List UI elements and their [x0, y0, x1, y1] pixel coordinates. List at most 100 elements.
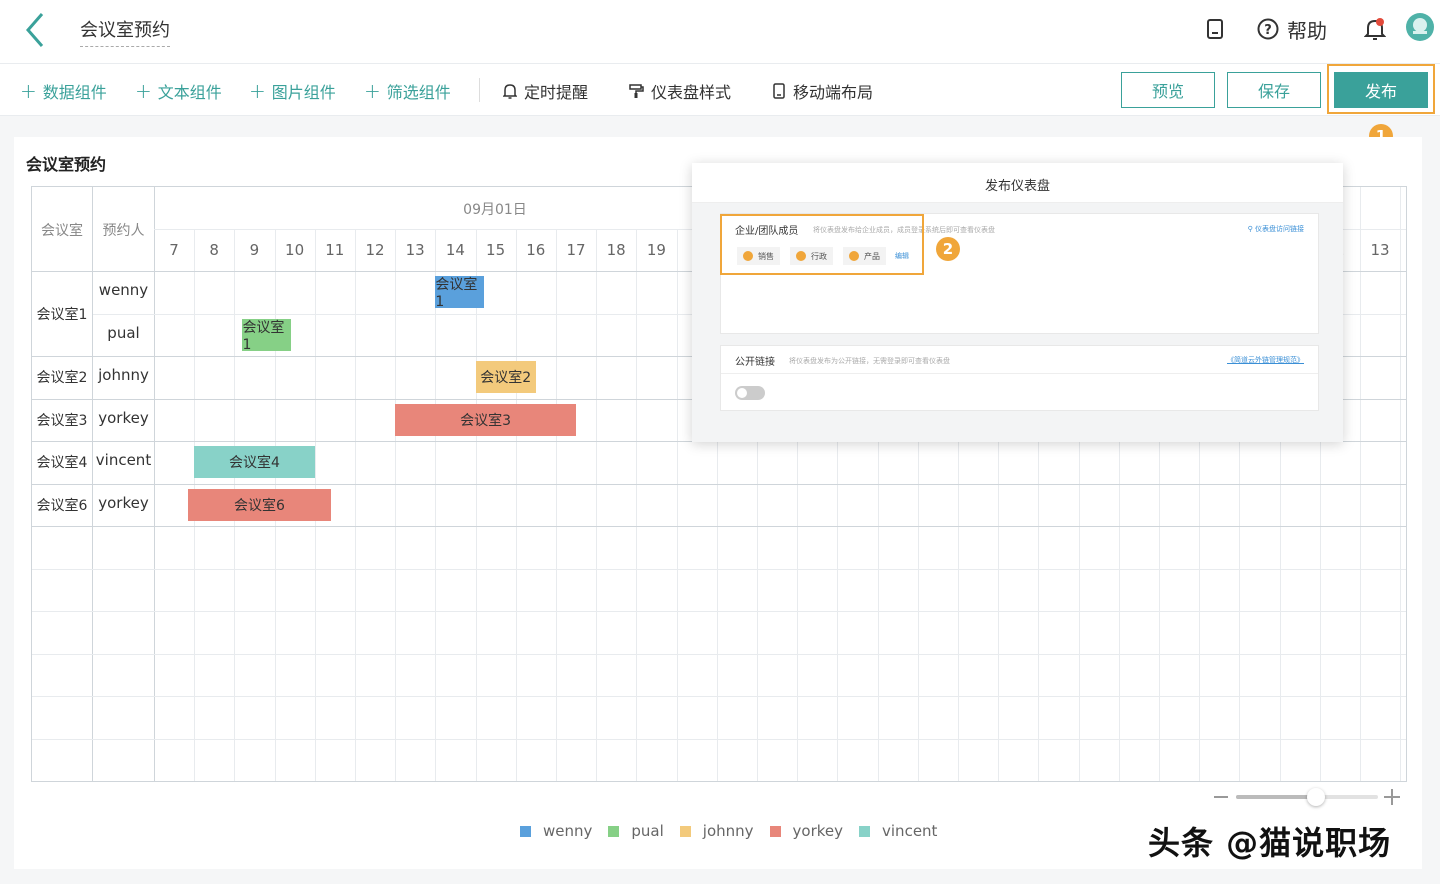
- grid-line: [515, 229, 517, 781]
- legend-label: pual: [631, 822, 664, 840]
- publish-dialog: 发布仪表盘 企业/团队成员 将仪表盘发布给企业成员，成员登录系统后即可查看仪表盘…: [692, 163, 1343, 442]
- room-label: 会议室6: [36, 497, 88, 514]
- person-label: yorkey: [98, 408, 149, 427]
- grid-line: [32, 738, 1406, 740]
- grid-line: [596, 229, 598, 781]
- add-image-component-button[interactable]: + 图片组件: [249, 79, 336, 103]
- legend-swatch: [769, 825, 781, 837]
- avatar[interactable]: [1405, 12, 1435, 42]
- legend-label: vincent: [882, 822, 938, 840]
- booking-bar[interactable]: 会议室6: [188, 488, 331, 521]
- grid-line: [32, 568, 1406, 570]
- toolbar-divider: [479, 78, 480, 102]
- booking-bar[interactable]: 会议室1: [435, 276, 484, 310]
- grid-line: [32, 696, 1406, 697]
- legend-swatch: [608, 825, 620, 837]
- booking-bar[interactable]: 会议室2: [475, 361, 536, 393]
- help-button[interactable]: ? 帮助: [1257, 14, 1327, 44]
- scheduled-reminder-label: 定时提醒: [524, 83, 589, 102]
- dashboard-style-label: 仪表盘样式: [651, 83, 732, 102]
- grid-line: [435, 229, 437, 781]
- dialog-title: 发布仪表盘: [984, 179, 1050, 194]
- grid-line: [32, 653, 1406, 655]
- hour-label: 10: [285, 241, 305, 259]
- hour-label: 7: [169, 241, 179, 259]
- legend-item[interactable]: yorkey: [769, 822, 844, 840]
- hour-label: 8: [209, 241, 219, 259]
- room-label: 会议室1: [36, 306, 88, 323]
- step-2-badge: 2: [936, 237, 960, 261]
- zoom-in-icon[interactable]: [1384, 789, 1400, 805]
- legend-swatch: [679, 825, 691, 837]
- dashboard-style-button[interactable]: 仪表盘样式: [628, 79, 731, 103]
- card-title: 会议室预约: [26, 155, 107, 174]
- add-image-label: 图片组件: [271, 83, 336, 102]
- person-label: yorkey: [98, 493, 149, 512]
- hour-label: 13: [405, 241, 425, 259]
- legend-label: wenny: [543, 822, 593, 840]
- mobile-preview-icon[interactable]: [1204, 14, 1226, 44]
- public-link-hint: 将仪表盘发布为公开链接，无需登录即可查看仪表盘: [789, 357, 950, 365]
- panel-divider: [721, 373, 1318, 374]
- hour-label: 14: [445, 241, 465, 259]
- save-button[interactable]: 保存: [1227, 72, 1321, 108]
- add-text-component-button[interactable]: + 文本组件: [135, 79, 222, 103]
- plus-icon: +: [364, 79, 381, 103]
- back-arrow-icon[interactable]: [22, 10, 52, 50]
- add-filter-label: 筛选组件: [386, 83, 451, 102]
- legend-label: yorkey: [792, 822, 844, 840]
- watermark-text: 头条 @猫说职场: [1148, 824, 1392, 862]
- grid-line: [556, 229, 557, 781]
- help-label: 帮助: [1287, 18, 1327, 43]
- members-highlight-box: [720, 214, 924, 275]
- legend-item[interactable]: johnny: [679, 822, 754, 840]
- person-label: johnny: [98, 366, 149, 385]
- zoom-fill: [1236, 795, 1316, 799]
- paint-roller-icon: [629, 84, 644, 98]
- publish-button[interactable]: 发布: [1334, 72, 1428, 108]
- hour-label: 19: [646, 241, 666, 259]
- toggle-knob: [737, 388, 747, 398]
- room-label: 会议室2: [36, 370, 88, 387]
- external-link-policy-link[interactable]: 《简道云外链管理规范》: [1227, 355, 1304, 365]
- scheduled-reminder-button[interactable]: 定时提醒: [503, 79, 588, 103]
- grid-line: [32, 483, 1406, 485]
- legend-item[interactable]: wenny: [520, 822, 592, 840]
- legend-label: johnny: [702, 822, 754, 840]
- add-filter-component-button[interactable]: + 筛选组件: [364, 79, 451, 103]
- person-label: wenny: [98, 281, 149, 300]
- add-data-label: 数据组件: [42, 83, 107, 102]
- grid-line: [32, 611, 1406, 612]
- hour-label: 17: [566, 241, 586, 259]
- mobile-layout-button[interactable]: 移动端布局: [772, 79, 873, 103]
- public-link-panel: 公开链接 将仪表盘发布为公开链接，无需登录即可查看仪表盘 《简道云外链管理规范》: [720, 345, 1319, 411]
- grid-line: [636, 229, 638, 781]
- dashboard-access-link[interactable]: ⚲ 仪表盘访问链接: [1248, 224, 1304, 234]
- notification-bell-icon[interactable]: [1364, 14, 1386, 44]
- add-data-component-button[interactable]: + 数据组件: [20, 79, 107, 103]
- top-bar: 会议室预约 ? 帮助: [0, 0, 1440, 64]
- booking-bar[interactable]: 会议室1: [242, 318, 291, 353]
- person-label: vincent: [95, 451, 152, 470]
- column-header-person: 预约人: [102, 223, 145, 239]
- grid-line: [676, 229, 678, 781]
- zoom-out-icon[interactable]: [1214, 796, 1228, 798]
- public-link-toggle[interactable]: [735, 386, 765, 400]
- plus-icon: +: [135, 79, 152, 103]
- hour-label: 15: [486, 241, 506, 259]
- public-link-label: 公开链接: [735, 357, 775, 368]
- hour-label: 9: [249, 241, 260, 259]
- legend-item[interactable]: vincent: [859, 822, 937, 840]
- legend-item[interactable]: pual: [608, 822, 664, 840]
- legend-swatch: [859, 825, 871, 837]
- legend-swatch: [520, 825, 531, 837]
- zoom-control: [1212, 786, 1404, 808]
- link-icon: ⚲: [1247, 225, 1255, 233]
- help-icon: ?: [1257, 18, 1279, 40]
- booking-bar[interactable]: 会议室4: [194, 446, 315, 478]
- room-label: 会议室3: [36, 412, 88, 429]
- zoom-slider-handle[interactable]: [1307, 788, 1325, 806]
- preview-button[interactable]: 预览: [1121, 72, 1215, 108]
- page-title[interactable]: 会议室预约: [80, 16, 170, 47]
- booking-bar[interactable]: 会议室3: [395, 403, 577, 436]
